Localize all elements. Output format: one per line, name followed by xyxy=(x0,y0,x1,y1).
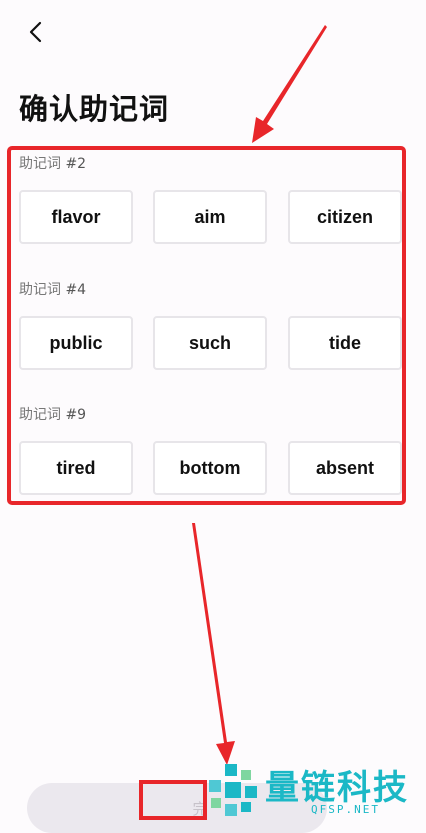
watermark: 量链科技 QFSP.NET xyxy=(207,760,426,821)
annotation-arrows xyxy=(192,25,327,765)
annotation-button-box xyxy=(139,780,207,820)
watermark-name: 量链科技 xyxy=(265,768,409,808)
annotation-arrow-top xyxy=(252,25,327,143)
annotation-arrow-bottom xyxy=(192,523,235,765)
watermark-domain: QFSP.NET xyxy=(311,803,380,816)
watermark-logo-icon xyxy=(209,764,257,816)
